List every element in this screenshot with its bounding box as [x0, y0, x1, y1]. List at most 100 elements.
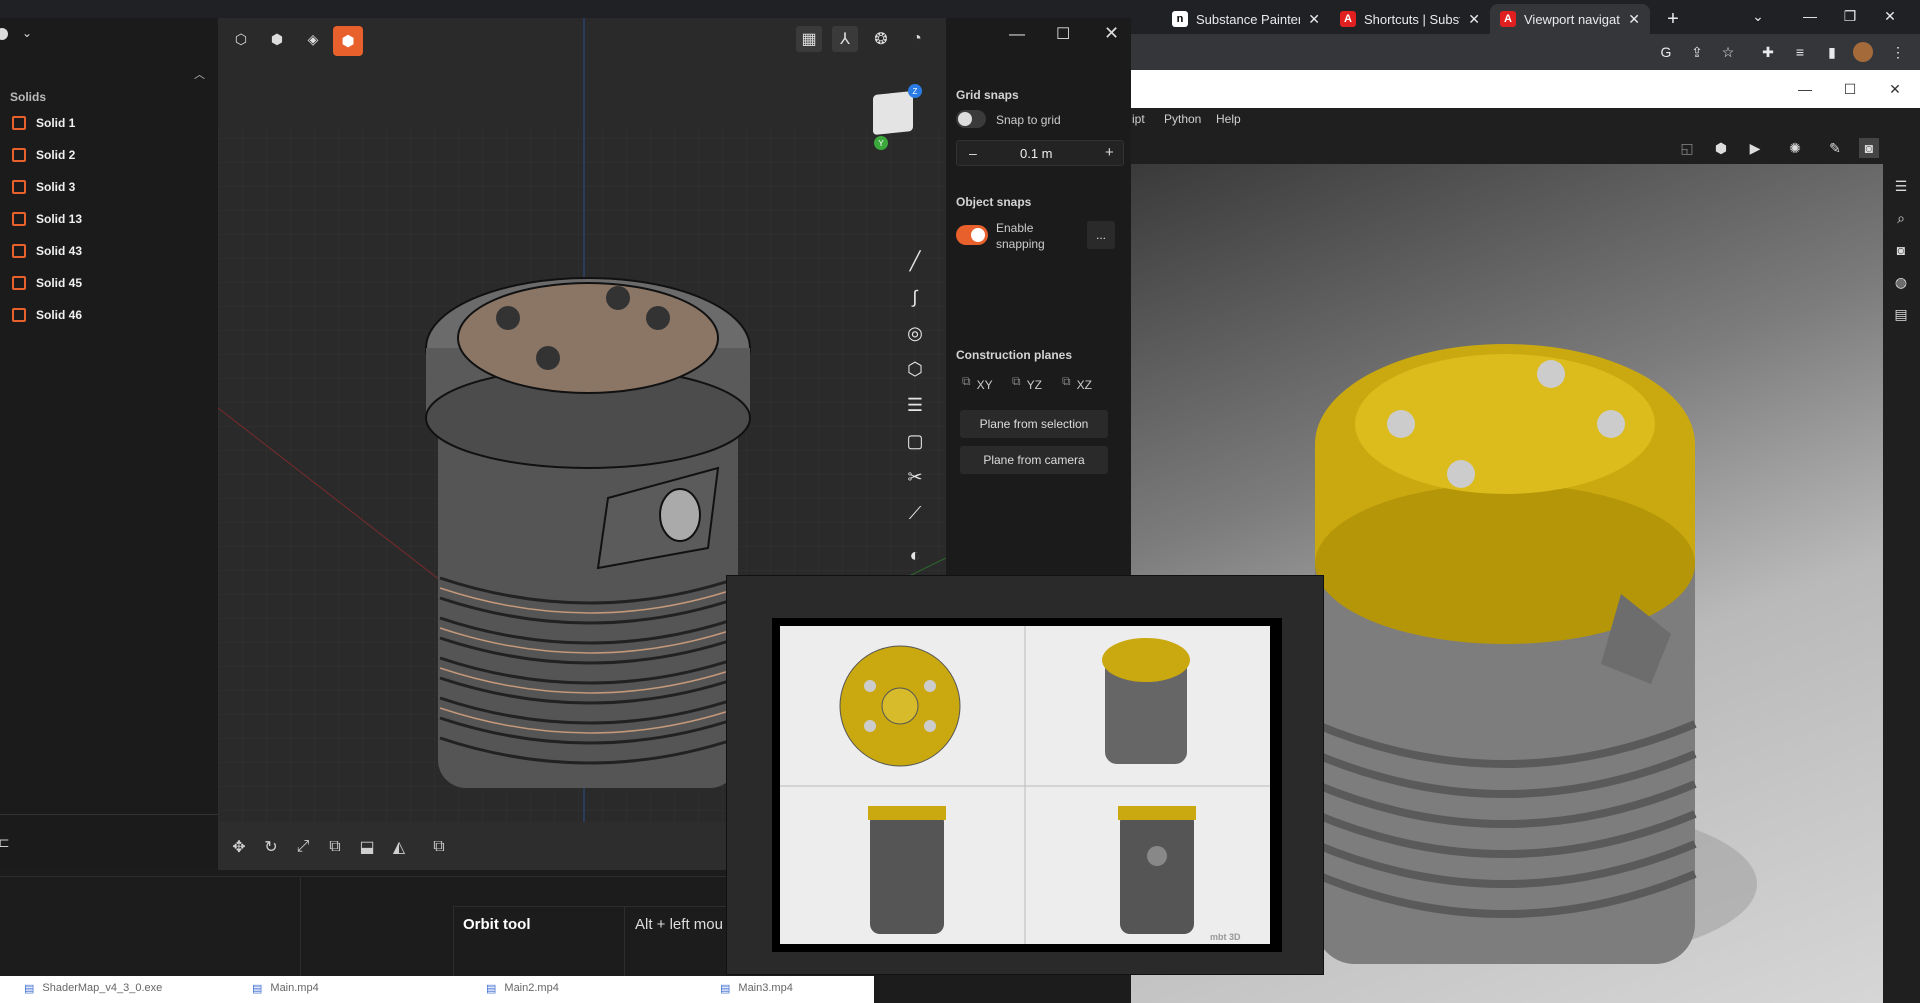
face-select-icon[interactable]: ◈	[300, 26, 326, 52]
plane-from-selection-button[interactable]: Plane from selection	[960, 410, 1108, 438]
layers-icon[interactable]: ☰	[1891, 176, 1911, 196]
substance-titlebar: — ☐ ✕	[1131, 70, 1920, 108]
plane-yz-button[interactable]: ⧉ YZ	[1012, 374, 1042, 392]
decrement-button[interactable]: –	[969, 145, 977, 161]
side-panel-icon[interactable]: ▮	[1822, 42, 1842, 62]
logo-icon[interactable]	[0, 28, 8, 40]
snap-options-button[interactable]: ...	[1087, 221, 1115, 249]
xray-icon[interactable]: ❂	[868, 26, 894, 52]
maximize-icon[interactable]: ❐	[1840, 6, 1860, 26]
solid-item[interactable]: Solid 46	[12, 304, 82, 326]
menu-item-script[interactable]: ipt	[1132, 112, 1145, 126]
edge-select-icon[interactable]: ⬢	[264, 26, 290, 52]
mirror-icon[interactable]: ◭	[388, 836, 410, 858]
menu-kebab-icon[interactable]: ⋮	[1888, 42, 1908, 62]
camera-icon[interactable]: ▶	[1745, 138, 1765, 158]
cylinder-tool-icon[interactable]: ☰	[902, 392, 928, 418]
camera-icon[interactable]: ◙	[1891, 240, 1911, 260]
minimize-icon[interactable]: —	[1800, 6, 1820, 26]
close-icon[interactable]: ✕	[1104, 23, 1119, 44]
vertex-select-icon[interactable]: ⬡	[228, 26, 254, 52]
screenshot-icon[interactable]: ◙	[1859, 138, 1879, 158]
offset-curve-tool-icon[interactable]: ⟋	[902, 500, 928, 526]
menu-item-help[interactable]: Help	[1216, 112, 1241, 126]
duplicate-icon[interactable]: ⧉	[324, 836, 346, 858]
browser-tab[interactable]: n Substance Painter ✕	[1162, 4, 1330, 34]
cube-icon[interactable]: ⬢	[1711, 138, 1731, 158]
close-tab-icon[interactable]: ✕	[1628, 11, 1640, 28]
grid-icon[interactable]: ▦	[796, 26, 822, 52]
scale-icon[interactable]: ⤢	[292, 836, 314, 858]
shortcut-cell: Alt + left mou	[635, 916, 723, 933]
collapse-icon[interactable]: ︿	[194, 66, 205, 82]
close-tab-icon[interactable]: ✕	[1468, 11, 1480, 28]
download-item[interactable]: ▤ ShaderMap_v4_3_0.exe	[24, 982, 162, 995]
share-icon[interactable]: ⇪	[1687, 42, 1707, 62]
plane-xy-button[interactable]: ⧉ XY	[962, 374, 993, 392]
chevron-down-icon[interactable]: ⌄	[22, 26, 32, 40]
menu-item-python[interactable]: Python	[1164, 112, 1201, 126]
solid-item[interactable]: Solid 2	[12, 144, 75, 166]
solid-icon	[12, 180, 26, 194]
rectangle-tool-icon[interactable]: ▢	[902, 428, 928, 454]
shading-icon[interactable]: ◔	[904, 26, 930, 52]
new-tab-button[interactable]: +	[1656, 4, 1690, 34]
solids-header[interactable]: Solids	[10, 90, 46, 104]
browser-tab[interactable]: A Shortcuts | Substan ✕	[1330, 4, 1490, 34]
maximize-icon[interactable]: ☐	[1840, 79, 1860, 99]
boolean-icon[interactable]: ⧉	[428, 836, 450, 858]
cut-tool-icon[interactable]: ✂	[902, 464, 928, 490]
close-tab-icon[interactable]: ✕	[1308, 11, 1320, 28]
brush-icon[interactable]: ✎	[1825, 138, 1845, 158]
zoom-icon[interactable]: ⌕	[1891, 208, 1911, 228]
extrude-icon[interactable]: ⬓	[356, 836, 378, 858]
plane-from-camera-button[interactable]: Plane from camera	[960, 446, 1108, 474]
reading-list-icon[interactable]: ≡	[1790, 42, 1810, 62]
outliner-panel: ⌄ ︿ Solids Solid 1 Solid 2 Solid 3 Solid…	[0, 18, 218, 870]
snap-to-grid-toggle[interactable]	[956, 110, 986, 128]
view-icon[interactable]: ◱	[1677, 138, 1697, 158]
sphere-icon[interactable]: ◍	[1891, 272, 1911, 292]
environment-icon[interactable]: ✺	[1785, 138, 1805, 158]
circle-tool-icon[interactable]: ◎	[902, 320, 928, 346]
increment-button[interactable]: +	[1105, 144, 1114, 161]
plane-xz-button[interactable]: ⧉ XZ	[1062, 374, 1092, 392]
solid-item[interactable]: Solid 43	[12, 240, 82, 262]
view-cube[interactable]	[873, 90, 913, 136]
polygon-tool-icon[interactable]: ⬡	[902, 356, 928, 382]
axes-icon[interactable]: ⅄	[832, 26, 858, 52]
rotate-icon[interactable]: ↻	[260, 836, 282, 858]
solid-item[interactable]: Solid 13	[12, 208, 82, 230]
close-icon[interactable]: ✕	[1885, 79, 1905, 99]
grid-size-value[interactable]: 0.1 m	[1020, 146, 1053, 161]
y-axis-label[interactable]: Y	[874, 136, 888, 150]
reference-image-popup[interactable]: mbt 3D	[726, 575, 1324, 975]
avatar[interactable]	[1853, 42, 1873, 62]
download-item[interactable]: ▤ Main2.mp4	[486, 982, 559, 995]
solid-item[interactable]: Solid 1	[12, 112, 75, 134]
browser-tab-active[interactable]: A Viewport navigatio ✕	[1490, 4, 1650, 34]
folder-icon[interactable]: ⊏	[0, 834, 10, 851]
downloads-bar: ▤ ShaderMap_v4_3_0.exe ▤ Main.mp4 ▤ Main2.m…	[0, 976, 874, 1003]
grid-size-stepper[interactable]: – 0.1 m +	[956, 140, 1124, 166]
minimize-icon[interactable]: —	[1795, 79, 1815, 99]
solid-select-icon[interactable]: ⬢	[333, 26, 363, 56]
move-icon[interactable]: ✥	[228, 836, 250, 858]
google-icon[interactable]: G	[1656, 42, 1676, 62]
download-item[interactable]: ▤ Main.mp4	[252, 982, 319, 995]
solid-item[interactable]: Solid 45	[12, 272, 82, 294]
curve-tool-icon[interactable]: ∫	[902, 284, 928, 310]
tab-search-icon[interactable]: ⌄	[1748, 6, 1768, 26]
download-item[interactable]: ▤ Main3.mp4	[720, 982, 793, 995]
enable-snapping-toggle[interactable]	[956, 225, 988, 245]
solid-item[interactable]: Solid 3	[12, 176, 75, 198]
extensions-icon[interactable]: ✚	[1758, 42, 1778, 62]
bookmark-star-icon[interactable]: ☆	[1718, 42, 1738, 62]
shell-tool-icon[interactable]: ◐	[902, 542, 928, 568]
line-tool-icon[interactable]: ╱	[902, 248, 928, 274]
minimize-icon[interactable]: —	[1009, 26, 1025, 44]
list-icon[interactable]: ▤	[1891, 304, 1911, 324]
maximize-icon[interactable]: ☐	[1056, 24, 1070, 44]
close-icon[interactable]: ✕	[1880, 6, 1900, 26]
z-axis-label[interactable]: Z	[908, 84, 922, 98]
